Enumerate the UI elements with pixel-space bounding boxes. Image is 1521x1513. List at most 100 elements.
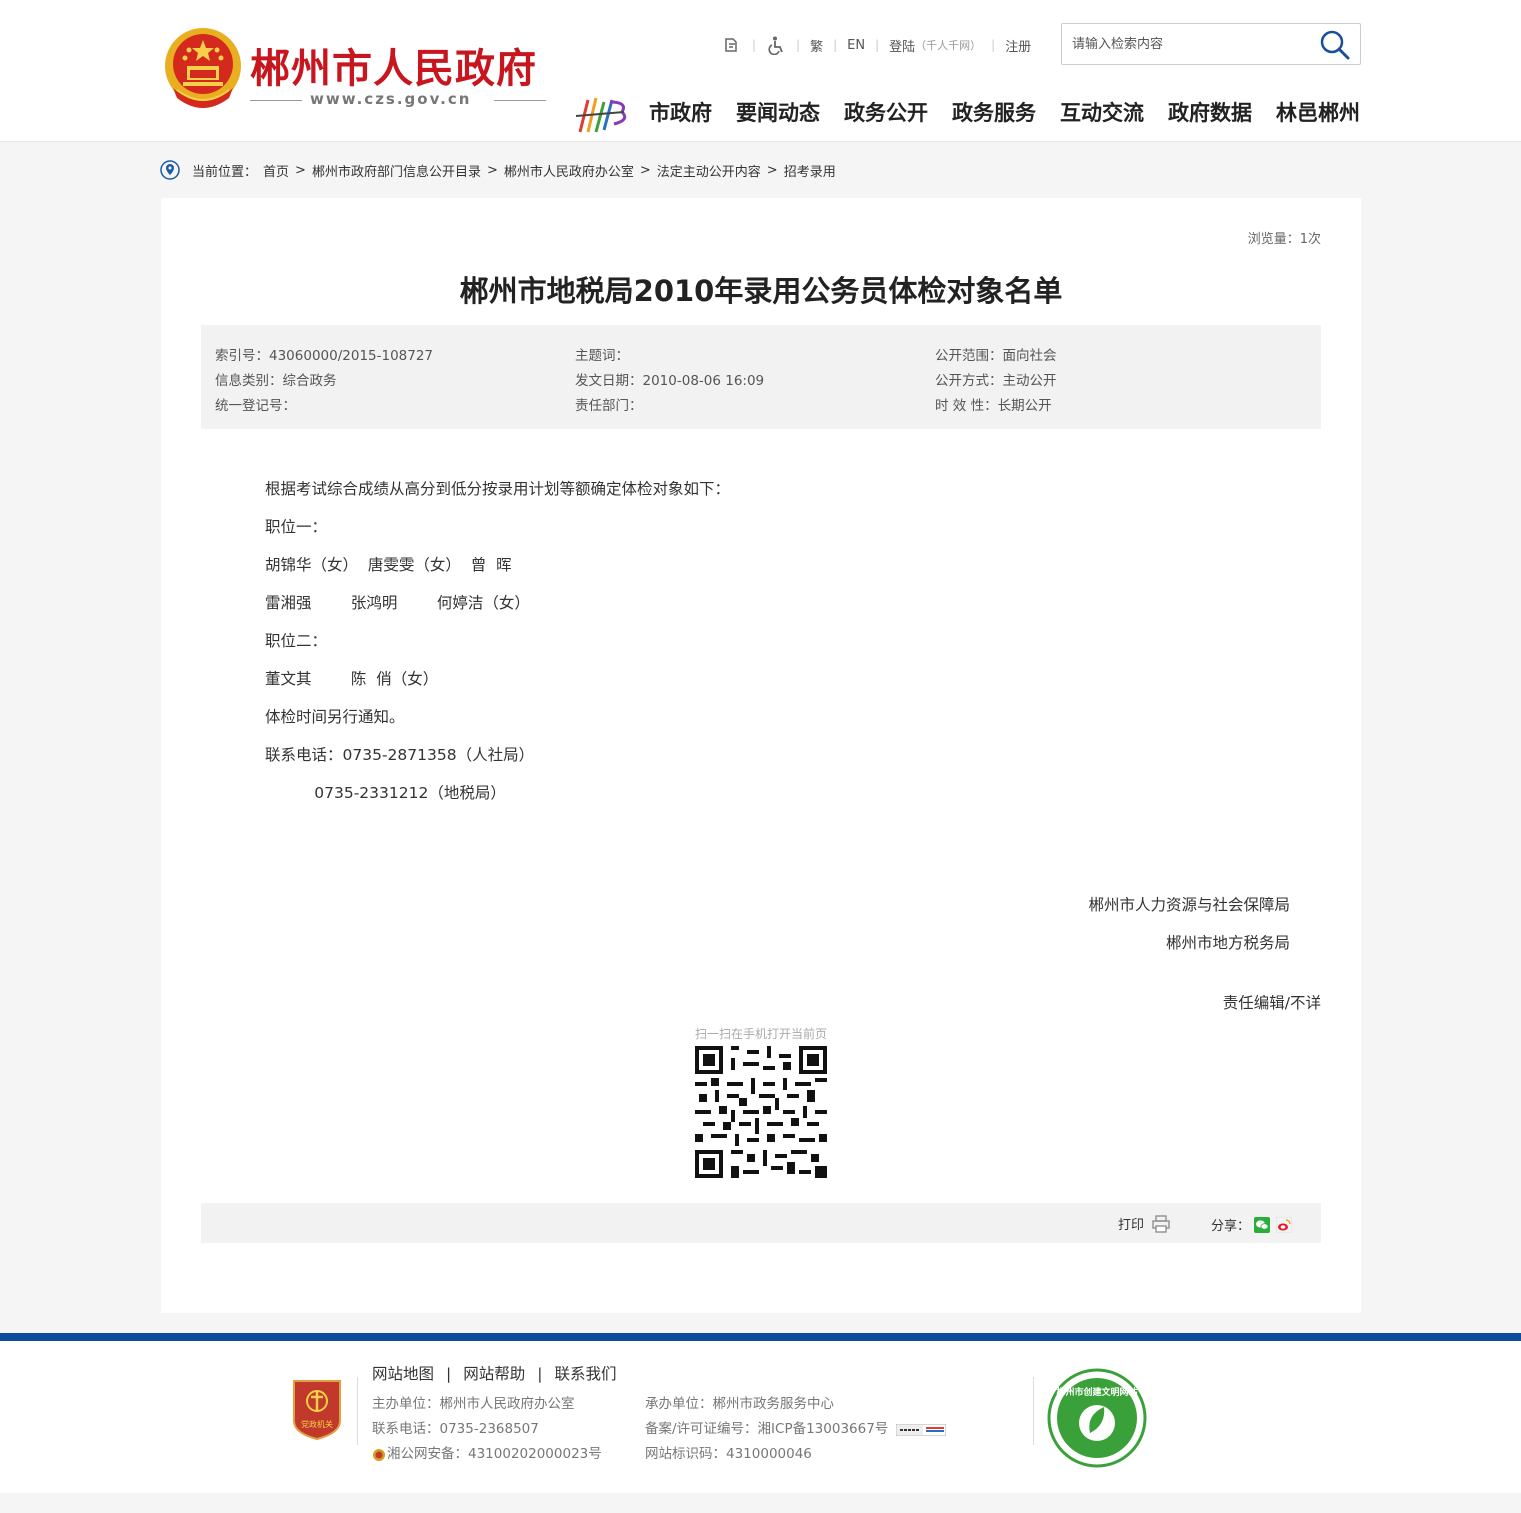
qr-code-icon bbox=[695, 1046, 827, 1178]
body-paragraph: 根据考试综合成绩从高分到低分按录用计划等额确定体检对象如下： bbox=[265, 480, 731, 498]
article-body: 根据考试综合成绩从高分到低分按录用计划等额确定体检对象如下： 职位一： 胡锦华（… bbox=[265, 470, 730, 812]
nav-item-linyi[interactable]: 林邑郴州 bbox=[1276, 97, 1360, 127]
footer-organizer: 承办单位：郴州市政务服务中心 bbox=[645, 1396, 834, 1412]
party-government-badge-icon[interactable]: 党政机关 bbox=[290, 1377, 344, 1441]
nav-item-government[interactable]: 市政府 bbox=[649, 97, 712, 127]
signature-hr-bureau: 郴州市人力资源与社会保障局 bbox=[1088, 896, 1290, 914]
badge-text: 党政机关 bbox=[301, 1419, 333, 1429]
search-input[interactable] bbox=[1072, 33, 1302, 55]
footer-icp[interactable]: 备案/许可证编号：湘ICP备13003667号 bbox=[645, 1417, 947, 1442]
breadcrumb-separator: > bbox=[766, 162, 778, 178]
national-emblem-icon[interactable] bbox=[163, 26, 243, 112]
separator: | bbox=[833, 38, 838, 52]
footer-links: 网站地图 | 网站帮助 | 联系我们 bbox=[372, 1362, 617, 1384]
icp-text: 备案/许可证编号：湘ICP备13003667号 bbox=[645, 1421, 889, 1437]
register-link[interactable]: 注册 bbox=[1005, 36, 1031, 55]
traditional-chinese-link[interactable]: 繁 bbox=[810, 36, 823, 55]
accessibility-icon[interactable] bbox=[766, 35, 786, 55]
signature-block: 郴州市人力资源与社会保障局 郴州市地方税务局 bbox=[1088, 886, 1290, 962]
separator: | bbox=[796, 38, 801, 52]
site-title[interactable]: 郴州市人民政府 bbox=[250, 36, 537, 94]
body-paragraph: 0735-2331212（地税局） bbox=[265, 784, 506, 802]
body-paragraph: 职位二： bbox=[265, 632, 328, 650]
printer-icon bbox=[1152, 1214, 1170, 1233]
meta-date: 发文日期：2010-08-06 16:09 bbox=[575, 373, 765, 389]
police-badge-icon bbox=[373, 1448, 385, 1461]
footer-divider-right bbox=[1033, 1377, 1034, 1445]
english-link[interactable]: EN bbox=[847, 38, 865, 53]
linyi-logo-icon bbox=[575, 97, 627, 133]
nav-item-disclosure[interactable]: 政务公开 bbox=[844, 97, 928, 127]
location-pin-icon bbox=[160, 160, 180, 180]
body-paragraph: 胡锦华（女） 唐雯雯（女） 曾 晖 bbox=[265, 556, 512, 574]
breadcrumb-separator: > bbox=[295, 162, 306, 178]
body-paragraph: 雷湘强 张鸿明 何婷洁（女） bbox=[265, 594, 530, 612]
search-icon[interactable] bbox=[1318, 28, 1350, 60]
share-bar: 分享： bbox=[1211, 1215, 1293, 1234]
emblem-text: 郴州市创建文明网站 bbox=[1056, 1386, 1137, 1398]
search-box bbox=[1061, 23, 1361, 65]
top-links: | | 繁 | EN | 登陆 （千人千网） | 注册 bbox=[722, 35, 1031, 55]
meta-method: 公开方式：主动公开 bbox=[935, 373, 1057, 389]
nav-item-news[interactable]: 要闻动态 bbox=[736, 97, 820, 127]
weibo-share-icon[interactable] bbox=[1276, 1216, 1293, 1233]
cnzz-stats-icon[interactable] bbox=[896, 1423, 947, 1436]
footer-divider bbox=[0, 1333, 1521, 1341]
breadcrumb-directory[interactable]: 郴州市政府部门信息公开目录 bbox=[312, 161, 481, 180]
breadcrumb-home[interactable]: 首页 bbox=[263, 161, 289, 180]
meta-index-no: 索引号：43060000/2015-108727 bbox=[215, 348, 434, 364]
divider bbox=[250, 100, 302, 101]
footer-info-col1: 主办单位：郴州市人民政府办公室 联系电话：0735-2368507 湘公网安备：… bbox=[372, 1392, 602, 1467]
view-count: 浏览量：1次 bbox=[1247, 232, 1321, 247]
article-meta: 索引号：43060000/2015-108727 主题词： 公开范围：面向社会 … bbox=[201, 325, 1321, 429]
nav-item-data[interactable]: 政府数据 bbox=[1168, 97, 1252, 127]
separator: | bbox=[991, 38, 996, 52]
body-paragraph: 体检时间另行通知。 bbox=[265, 708, 405, 726]
share-label: 分享： bbox=[1211, 1219, 1251, 1234]
qr-caption: 扫一扫在手机打开当前页 bbox=[694, 1027, 827, 1041]
print-label: 打印 bbox=[1118, 1218, 1145, 1233]
separator: | bbox=[875, 38, 880, 52]
senior-mode-icon[interactable] bbox=[722, 35, 742, 55]
meta-subject: 主题词： bbox=[575, 348, 629, 364]
article-title: 郴州市地税局2010年录用公务员体检对象名单 bbox=[459, 274, 1063, 308]
footer-police-record[interactable]: 湘公网安备：43100202000023号 bbox=[372, 1442, 602, 1467]
separator: | bbox=[537, 1365, 543, 1383]
breadcrumb-recruitment[interactable]: 招考录用 bbox=[784, 161, 836, 180]
footer-site-id: 网站标识码：4310000046 bbox=[645, 1446, 812, 1462]
meta-reg-no: 统一登记号： bbox=[215, 398, 296, 414]
meta-dept: 责任部门： bbox=[575, 398, 643, 414]
civilized-website-emblem-icon[interactable]: 郴州市创建文明网站 bbox=[1046, 1367, 1148, 1469]
wechat-share-icon[interactable] bbox=[1254, 1216, 1271, 1233]
site-footer: 党政机关 网站地图 | 网站帮助 | 联系我们 主办单位：郴州市人民政府办公室 联系电话… bbox=[0, 1341, 1521, 1493]
breadcrumb: 当前位置： 首页 > 郴州市政府部门信息公开目录 > 郴州市人民政府办公室 > … bbox=[160, 158, 836, 182]
article-toolbar: 打印 分享： bbox=[201, 1203, 1321, 1243]
nav-item-interaction[interactable]: 互动交流 bbox=[1060, 97, 1144, 127]
site-url-row: www.czs.gov.cn bbox=[250, 90, 546, 110]
signature-tax-bureau: 郴州市地方税务局 bbox=[1165, 934, 1290, 952]
body-paragraph: 职位一： bbox=[265, 518, 328, 536]
responsible-editor: 责任编辑/不详 bbox=[1222, 994, 1321, 1012]
meta-category: 信息类别：综合政务 bbox=[215, 373, 337, 389]
footer-link-sitemap[interactable]: 网站地图 bbox=[372, 1365, 434, 1383]
print-button[interactable]: 打印 bbox=[1118, 1214, 1170, 1233]
footer-phone: 联系电话：0735-2368507 bbox=[372, 1421, 539, 1437]
breadcrumb-separator: > bbox=[486, 162, 498, 178]
footer-sponsor: 主办单位：郴州市人民政府办公室 bbox=[372, 1396, 575, 1412]
login-link[interactable]: 登陆 bbox=[889, 36, 915, 55]
article-panel: 浏览量：1次 郴州市地税局2010年录用公务员体检对象名单 索引号：430600… bbox=[161, 198, 1361, 1313]
nav-item-services[interactable]: 政务服务 bbox=[952, 97, 1036, 127]
breadcrumb-office[interactable]: 郴州市人民政府办公室 bbox=[504, 161, 634, 180]
breadcrumb-separator: > bbox=[639, 162, 651, 178]
meta-scope: 公开范围：面向社会 bbox=[935, 348, 1057, 364]
police-record-text: 湘公网安备：43100202000023号 bbox=[387, 1446, 602, 1462]
footer-link-help[interactable]: 网站帮助 bbox=[463, 1365, 525, 1383]
breadcrumb-content[interactable]: 法定主动公开内容 bbox=[657, 161, 761, 180]
login-note: （千人千网） bbox=[915, 39, 982, 52]
site-header: 郴州市人民政府 www.czs.gov.cn | | 繁 | EN | 登陆 （… bbox=[0, 0, 1521, 142]
main-nav: 市政府 要闻动态 政务公开 政务服务 互动交流 政府数据 林邑郴州 bbox=[649, 97, 1360, 127]
separator: | bbox=[446, 1365, 452, 1383]
separator: | bbox=[752, 38, 757, 52]
footer-link-contact[interactable]: 联系我们 bbox=[555, 1365, 617, 1383]
meta-validity: 时 效 性：长期公开 bbox=[935, 398, 1052, 414]
